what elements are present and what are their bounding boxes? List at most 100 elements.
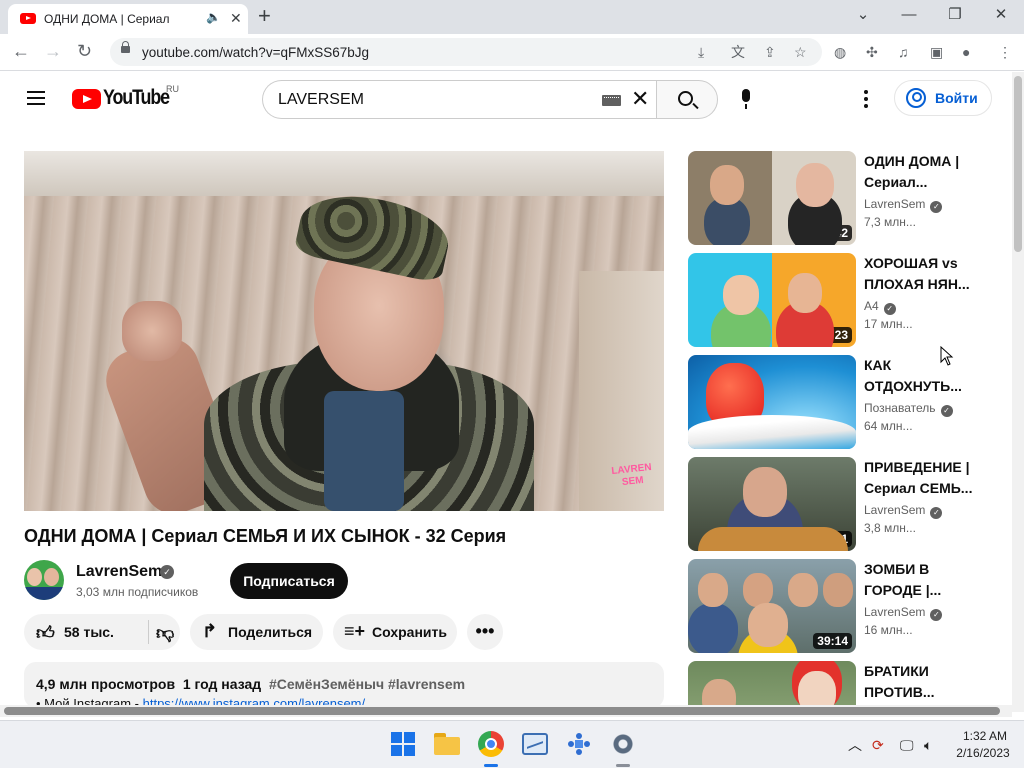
vpn-globe-icon[interactable]: ◍ bbox=[834, 44, 846, 60]
recommended-title[interactable]: КАК ОТДОХНУТЬ... bbox=[864, 355, 984, 397]
chrome-icon[interactable] bbox=[478, 731, 504, 757]
side-panel-icon[interactable]: ▣ bbox=[930, 44, 943, 60]
description-box[interactable]: 4,9 млн просмотров 1 год назад #СемёнЗем… bbox=[24, 662, 664, 708]
share-button[interactable]: ↱ Поделиться bbox=[190, 614, 323, 650]
video-thumbnail[interactable]: 40:19 bbox=[688, 355, 856, 449]
resource-monitor-icon[interactable] bbox=[522, 733, 548, 755]
mic-icon[interactable] bbox=[739, 89, 753, 111]
upload-age: 1 год назад bbox=[182, 676, 262, 692]
new-tab-button[interactable]: + bbox=[258, 4, 271, 28]
recommended-video[interactable]: БРАТИКИ ПРОТИВ... bbox=[688, 661, 1008, 705]
subscribe-button[interactable]: Подписаться bbox=[230, 563, 348, 599]
scrollbar-thumb[interactable] bbox=[1014, 76, 1022, 252]
network-icon[interactable]: 🖵︎ bbox=[900, 737, 914, 753]
more-horiz-icon[interactable]: ••• bbox=[467, 614, 503, 650]
recommended-channel[interactable]: LavrenSem ✓ bbox=[864, 503, 943, 519]
video-thumbnail[interactable]: 29:23 bbox=[688, 253, 856, 347]
search-input[interactable]: LAVERSEM ✕ bbox=[262, 80, 657, 119]
scrollbar-thumb[interactable] bbox=[4, 707, 1000, 715]
recommended-title[interactable]: ХОРОШАЯ vs ПЛОХАЯ НЯН... bbox=[864, 253, 984, 295]
clock-time[interactable]: 1:32 AM bbox=[960, 729, 1010, 743]
volume-icon[interactable]: 🔈︎ bbox=[924, 737, 932, 753]
vertical-scrollbar[interactable] bbox=[1012, 72, 1024, 712]
address-url[interactable]: youtube.com/watch?v=qFMxSS67bJg bbox=[142, 45, 369, 60]
video-thumbnail[interactable]: 5:11 bbox=[688, 457, 856, 551]
youtube-logo-text[interactable]: YouTube bbox=[103, 86, 170, 110]
recommended-title[interactable]: ЗОМБИ В ГОРОДЕ |... bbox=[864, 559, 984, 601]
video-thumbnail[interactable] bbox=[688, 661, 856, 705]
audio-playing-icon[interactable]: 🔈 bbox=[206, 10, 221, 24]
channel-name[interactable]: LavrenSem bbox=[76, 563, 162, 581]
menu-icon[interactable] bbox=[27, 91, 45, 105]
search-button[interactable] bbox=[656, 80, 718, 119]
network-app-icon[interactable] bbox=[566, 731, 592, 757]
horizontal-scrollbar[interactable] bbox=[0, 705, 1012, 717]
recommended-channel[interactable]: Познаватель ✓ bbox=[864, 401, 953, 417]
recommended-video[interactable]: 6:42 ОДИН ДОМА | Сериал... LavrenSem ✓ 7,… bbox=[688, 151, 1008, 245]
video-thumbnail[interactable]: 39:14 bbox=[688, 559, 856, 653]
view-count: 4,9 млн просмотров bbox=[36, 676, 176, 692]
dislike-icon[interactable]: 👎︎ bbox=[156, 622, 174, 644]
recommended-title[interactable]: БРАТИКИ ПРОТИВ... bbox=[864, 661, 984, 703]
install-app-icon[interactable]: ⤓ bbox=[698, 44, 704, 60]
recommended-channel[interactable]: A4 ✓ bbox=[864, 299, 896, 315]
recommended-channel[interactable]: LavrenSem ✓ bbox=[864, 605, 943, 621]
youtube-logo-icon[interactable] bbox=[72, 89, 101, 109]
media-control-icon[interactable]: ♫ bbox=[898, 44, 909, 60]
windows-taskbar: ︿ ⟳ 🖵︎ 🔈︎ 1:32 AM 2/16/2023 bbox=[0, 720, 1024, 768]
verified-icon: ✓ bbox=[930, 609, 943, 621]
profile-icon[interactable]: ● bbox=[962, 44, 970, 60]
file-explorer-icon[interactable] bbox=[434, 731, 460, 757]
save-button[interactable]: ≡+ Сохранить bbox=[333, 614, 457, 650]
chrome-menu-icon[interactable]: ⋮ bbox=[998, 44, 1012, 60]
address-bar[interactable]: youtube.com/watch?v=qFMxSS67bJg ⤓ 文 ⇪ ☆ bbox=[110, 38, 822, 66]
recommended-channel[interactable]: LavrenSem ✓ bbox=[864, 197, 943, 213]
recommended-title[interactable]: ПРИВЕДЕНИЕ | Сериал СЕМЬ... bbox=[864, 457, 984, 499]
verified-icon: ✓ bbox=[883, 303, 896, 315]
more-vert-icon[interactable] bbox=[864, 90, 868, 108]
share-page-icon[interactable]: ⇪ bbox=[764, 44, 776, 60]
recommended-video[interactable]: 5:11 ПРИВЕДЕНИЕ | Сериал СЕМЬ... LavrenS… bbox=[688, 457, 1008, 551]
recommended-title[interactable]: ОДИН ДОМА | Сериал... bbox=[864, 151, 984, 193]
recommended-video[interactable]: 39:14 ЗОМБИ В ГОРОДЕ |... LavrenSem ✓ 16 … bbox=[688, 559, 1008, 653]
channel-avatar[interactable] bbox=[24, 560, 64, 600]
recommended-views: 16 млн... bbox=[864, 623, 913, 637]
search-input-value[interactable]: LAVERSEM bbox=[278, 91, 364, 109]
hashtags[interactable]: #СемёнЗемёныч #lavrensem bbox=[269, 676, 465, 692]
back-button[interactable]: ← bbox=[12, 40, 30, 62]
like-icon[interactable]: 👍︎ bbox=[36, 622, 55, 644]
like-count[interactable]: 58 тыс. bbox=[64, 624, 114, 640]
duration-badge: 5:11 bbox=[820, 531, 852, 547]
settings-gear-icon[interactable] bbox=[610, 731, 636, 757]
share-icon: ↱ bbox=[202, 621, 218, 641]
tab-search-chevron-icon[interactable]: ⌄ bbox=[840, 4, 886, 26]
browser-tab[interactable]: ОДНИ ДОМА | Сериал СЕМ 🔈 ✕ bbox=[8, 4, 248, 34]
recommended-video[interactable]: 40:19 КАК ОТДОХНУТЬ... Познаватель ✓ 64 м… bbox=[688, 355, 1008, 449]
clock-date[interactable]: 2/16/2023 bbox=[954, 746, 1012, 760]
sync-error-icon[interactable]: ⟳ bbox=[872, 737, 884, 753]
restore-button[interactable]: ❐ bbox=[932, 4, 978, 26]
video-player[interactable]: LAVREN SEM bbox=[24, 151, 664, 511]
tab-close-icon[interactable]: ✕ bbox=[230, 10, 242, 27]
keyboard-icon[interactable] bbox=[602, 95, 621, 106]
channel-watermark[interactable]: LAVREN SEM bbox=[611, 462, 654, 490]
duration-badge: 29:23 bbox=[813, 327, 852, 343]
close-window-button[interactable]: ✕ bbox=[978, 4, 1024, 26]
browser-tab-strip: ОДНИ ДОМА | Сериал СЕМ 🔈 ✕ + ⌄ — ❐ ✕ bbox=[0, 0, 1024, 34]
lock-icon[interactable] bbox=[121, 41, 130, 53]
bookmark-star-icon[interactable]: ☆ bbox=[794, 44, 807, 60]
clear-icon[interactable]: ✕ bbox=[631, 86, 649, 112]
verified-icon: ✓ bbox=[940, 405, 953, 417]
youtube-header: YouTube RU LAVERSEM ✕ Войти bbox=[0, 72, 1012, 128]
windows-start-icon[interactable] bbox=[390, 731, 416, 757]
show-hidden-icons-chevron-icon[interactable]: ︿ bbox=[848, 737, 862, 753]
reload-button[interactable]: ↻ bbox=[77, 40, 92, 62]
extensions-puzzle-icon[interactable]: ✣ bbox=[866, 44, 878, 60]
recommended-video[interactable]: 29:23 ХОРОШАЯ vs ПЛОХАЯ НЯН... A4 ✓ 17 мл… bbox=[688, 253, 1008, 347]
video-thumbnail[interactable]: 6:42 bbox=[688, 151, 856, 245]
sign-in-button[interactable]: Войти bbox=[894, 80, 992, 116]
forward-button[interactable]: → bbox=[44, 40, 62, 62]
duration-badge: 39:14 bbox=[813, 633, 852, 649]
minimize-button[interactable]: — bbox=[886, 4, 932, 26]
translate-icon[interactable]: 文 bbox=[731, 44, 745, 60]
